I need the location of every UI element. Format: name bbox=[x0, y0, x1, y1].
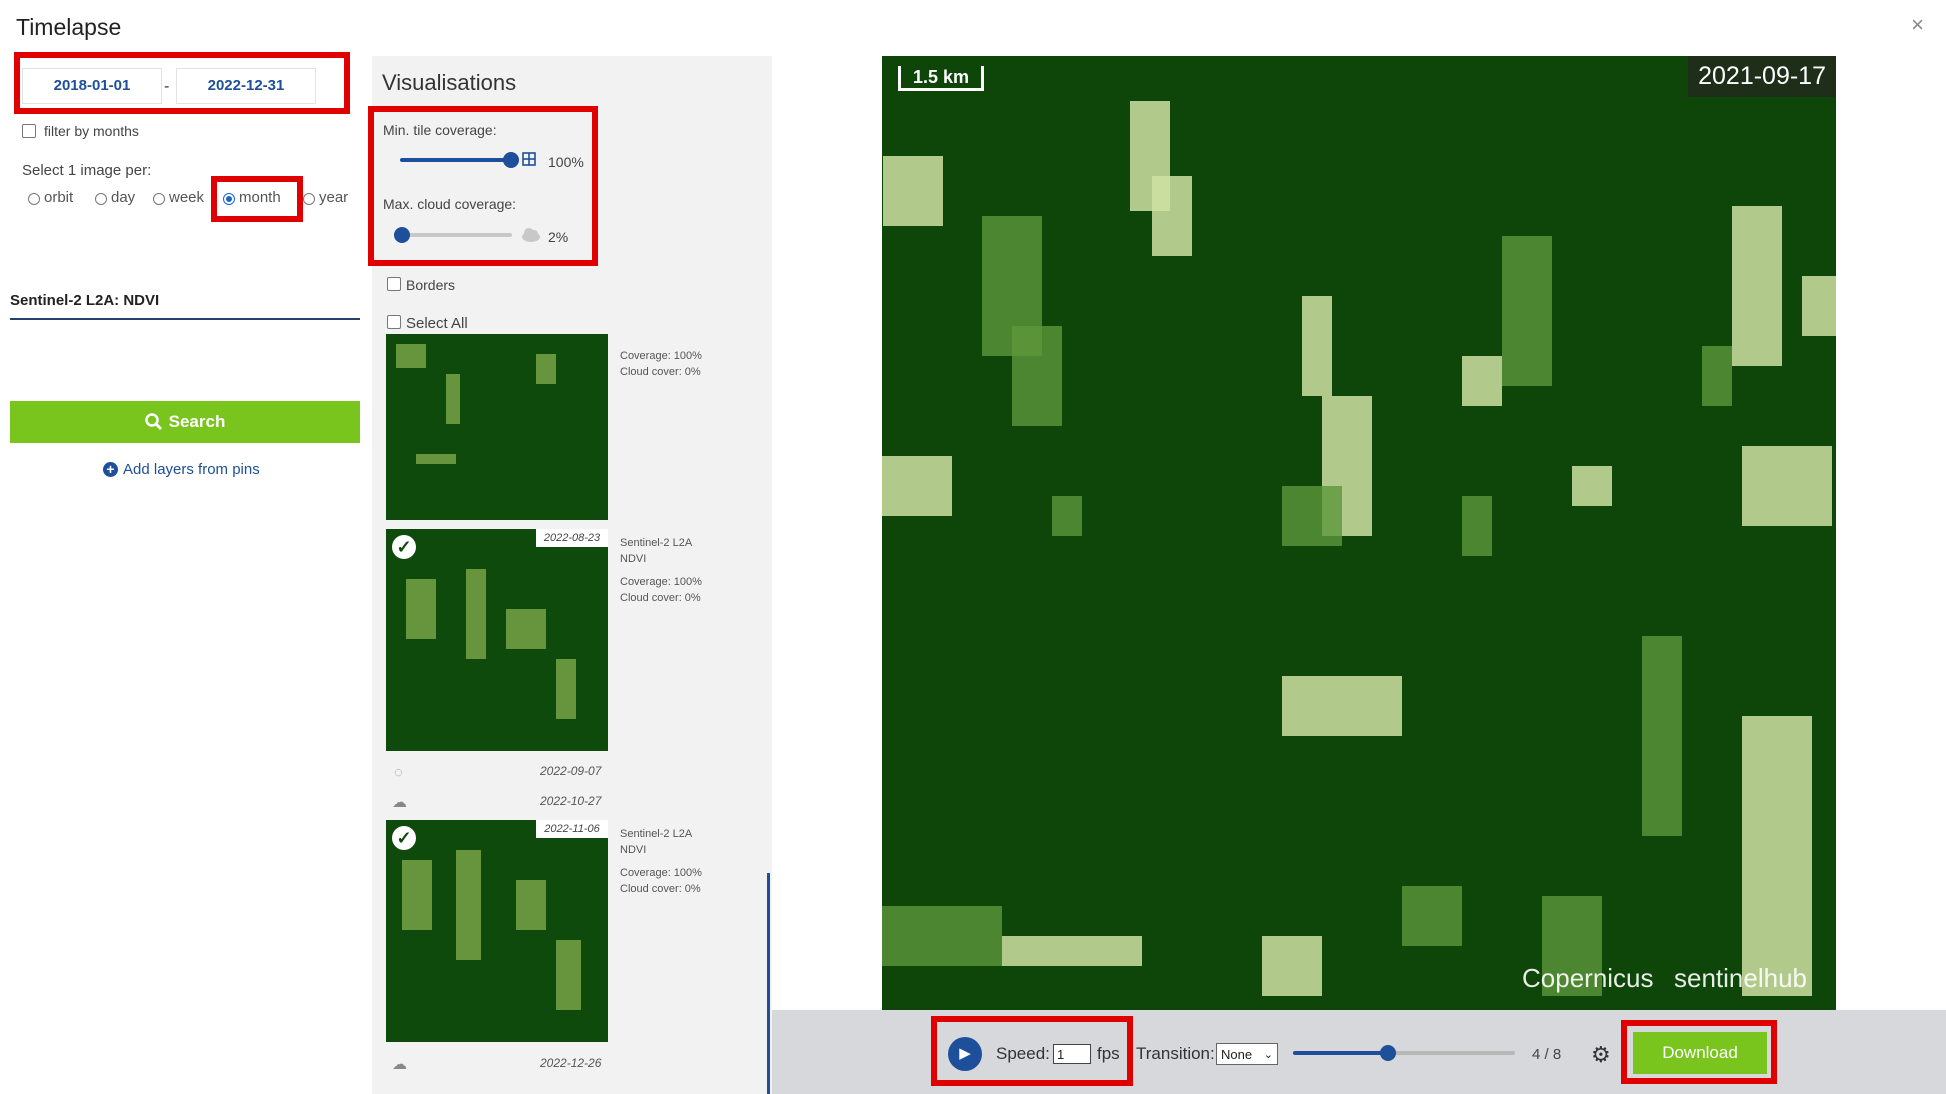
radio-month-label: month bbox=[239, 189, 281, 206]
scrollbar[interactable] bbox=[767, 873, 770, 1094]
radio-orbit[interactable] bbox=[28, 193, 40, 205]
transition-select[interactable]: None ⌄ bbox=[1216, 1043, 1278, 1065]
image-coverage: Coverage: 100% bbox=[620, 576, 702, 588]
download-button[interactable]: Download bbox=[1633, 1032, 1767, 1074]
frame-slider-fill bbox=[1293, 1051, 1388, 1055]
transition-label: Transition: bbox=[1136, 1044, 1215, 1063]
select-all-label: Select All bbox=[406, 315, 468, 332]
image-date: 2022-12-26 bbox=[540, 1056, 602, 1070]
search-button-label: Search bbox=[168, 412, 226, 431]
image-thumbnail[interactable]: ✓ 2022-11-06 bbox=[386, 820, 608, 1042]
layer-underline bbox=[10, 318, 360, 320]
filter-by-months-label: filter by months bbox=[44, 123, 139, 139]
date-to-input[interactable]: 2022-12-31 bbox=[176, 68, 316, 104]
image-meta: Sentinel-2 L2A NDVI Coverage: 100% Cloud… bbox=[620, 826, 702, 897]
speed-label: Speed: bbox=[996, 1044, 1050, 1063]
image-date: 2022-08-23 bbox=[536, 529, 608, 547]
image-source: Sentinel-2 L2A bbox=[620, 828, 693, 840]
selected-check-icon[interactable]: ✓ bbox=[392, 535, 416, 559]
speed-input[interactable]: 1 bbox=[1053, 1044, 1091, 1064]
visualisations-title: Visualisations bbox=[382, 70, 517, 95]
loading-icon: ◌ bbox=[394, 764, 403, 781]
frame-slider-thumb[interactable] bbox=[1380, 1045, 1396, 1061]
plus-circle-icon: + bbox=[103, 462, 118, 477]
radio-week[interactable] bbox=[153, 193, 165, 205]
chevron-down-icon: ⌄ bbox=[1263, 1049, 1273, 1061]
image-cloud-cover: Cloud cover: 0% bbox=[620, 366, 701, 378]
image-thumbnail[interactable]: ✓ 2022-08-23 bbox=[386, 529, 608, 751]
play-icon[interactable]: ▶ bbox=[948, 1037, 982, 1071]
borders-label: Borders bbox=[406, 277, 456, 293]
max-cloud-coverage-track[interactable] bbox=[400, 233, 512, 237]
image-layer: NDVI bbox=[620, 553, 647, 565]
date-separator: - bbox=[164, 78, 170, 95]
gear-icon[interactable]: ⚙ bbox=[1591, 1042, 1611, 1068]
transition-value: None bbox=[1221, 1047, 1253, 1062]
radio-month[interactable] bbox=[223, 193, 235, 205]
radio-day-label: day bbox=[111, 189, 136, 206]
radio-week-label: week bbox=[169, 189, 205, 206]
frame-counter: 4 / 8 bbox=[1532, 1046, 1562, 1063]
image-meta: Sentinel-2 L2A NDVI Coverage: 100% Cloud… bbox=[620, 535, 702, 606]
min-tile-coverage-label: Min. tile coverage: bbox=[383, 122, 497, 138]
select-per-label: Select 1 image per: bbox=[22, 162, 152, 179]
search-icon bbox=[144, 413, 162, 431]
timelapse-preview: 1.5 km 2021-09-17 Copernicus sentinelhub bbox=[882, 56, 1836, 1010]
close-icon[interactable]: × bbox=[1911, 12, 1924, 38]
max-cloud-coverage-label: Max. cloud coverage: bbox=[383, 196, 517, 212]
layer-name[interactable]: Sentinel-2 L2A: NDVI bbox=[10, 292, 159, 309]
image-date: 2022-11-06 bbox=[536, 820, 608, 838]
radio-orbit-label: orbit bbox=[44, 189, 74, 206]
radio-day[interactable] bbox=[95, 193, 107, 205]
fps-label: fps bbox=[1097, 1044, 1120, 1063]
borders-checkbox[interactable] bbox=[387, 277, 401, 291]
min-tile-coverage-value: 100% bbox=[548, 154, 584, 170]
grid-icon bbox=[522, 152, 536, 166]
min-tile-coverage-thumb[interactable] bbox=[503, 152, 519, 168]
image-coverage: Coverage: 100% bbox=[620, 350, 702, 362]
image-date: 2022-09-07 bbox=[540, 764, 602, 778]
cloud-sun-icon: ☁ bbox=[392, 794, 407, 811]
frame-date: 2021-09-17 bbox=[1688, 56, 1836, 97]
image-thumbnail[interactable] bbox=[386, 334, 608, 520]
min-tile-coverage-track[interactable] bbox=[400, 158, 512, 162]
cloud-icon bbox=[520, 226, 542, 242]
max-cloud-coverage-value: 2% bbox=[548, 229, 569, 245]
date-from-input[interactable]: 2018-01-01 bbox=[22, 68, 162, 104]
add-layers-link[interactable]: + Add layers from pins bbox=[103, 461, 260, 478]
image-source: Sentinel-2 L2A bbox=[620, 537, 693, 549]
selected-check-icon[interactable]: ✓ bbox=[392, 826, 416, 850]
image-coverage: Coverage: 100% bbox=[620, 867, 702, 879]
scale-bar: 1.5 km bbox=[898, 66, 984, 91]
image-meta: Coverage: 100% Cloud cover: 0% bbox=[620, 348, 702, 380]
image-date: 2022-10-27 bbox=[540, 794, 602, 808]
radio-year-label: year bbox=[319, 189, 349, 206]
cloud-sun-icon: ☁ bbox=[392, 1056, 407, 1073]
image-layer: NDVI bbox=[620, 844, 647, 856]
image-cloud-cover: Cloud cover: 0% bbox=[620, 883, 701, 895]
radio-year[interactable] bbox=[303, 193, 315, 205]
sentinelhub-logo: sentinelhub bbox=[1674, 963, 1807, 993]
search-button[interactable]: Search bbox=[10, 401, 360, 443]
image-cloud-cover: Cloud cover: 0% bbox=[620, 592, 701, 604]
select-all-checkbox[interactable] bbox=[387, 315, 401, 329]
copernicus-logo: Copernicus bbox=[1522, 963, 1654, 993]
dialog-title: Timelapse bbox=[16, 14, 122, 40]
max-cloud-coverage-thumb[interactable] bbox=[394, 227, 410, 243]
add-layers-label: Add layers from pins bbox=[123, 461, 260, 478]
filter-by-months-checkbox[interactable] bbox=[22, 124, 36, 138]
